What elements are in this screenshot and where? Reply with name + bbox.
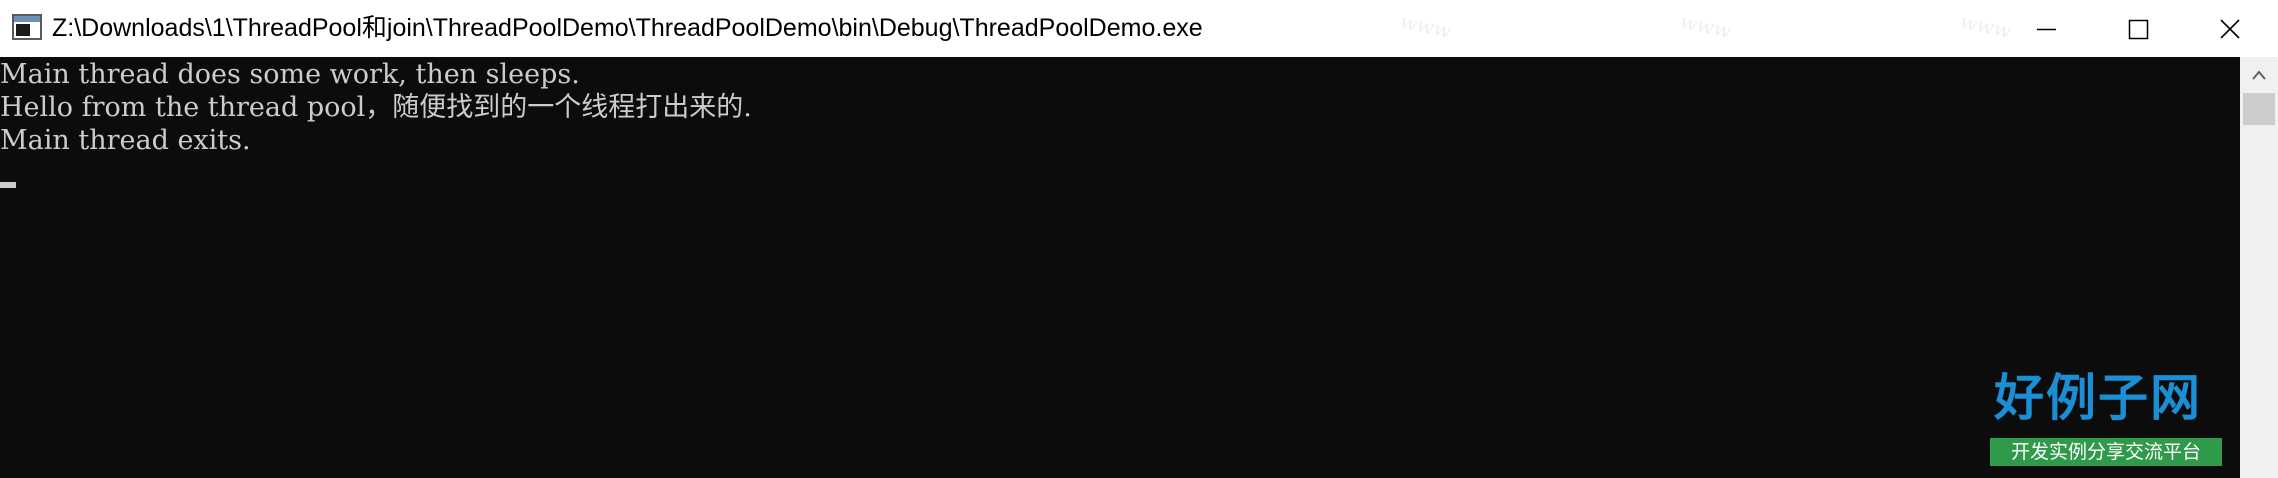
console-app-icon[interactable] (12, 14, 42, 40)
logo-main-text: 好例子网 (1994, 368, 2202, 427)
window-title: Z:\Downloads\1\ThreadPool和join\ThreadPoo… (52, 14, 1203, 42)
console-window: www www www Z:\Downloads\1\ThreadPool和jo… (0, 0, 2278, 478)
site-watermark-logo: 好例子网 开发实例分享交流平台 (1990, 368, 2230, 472)
title-bar-texture: www (1678, 8, 1734, 44)
title-bar-texture: www (1398, 8, 1454, 44)
console-output[interactable]: Main thread does some work, then sleeps.… (0, 57, 2240, 478)
text-cursor (0, 182, 16, 188)
minimize-button[interactable] (2000, 0, 2092, 57)
scroll-thumb[interactable] (2243, 93, 2275, 125)
console-line: Main thread does some work, then sleeps. (0, 59, 580, 90)
scroll-up-button[interactable] (2240, 57, 2278, 93)
maximize-icon (2128, 19, 2149, 40)
close-icon (2220, 19, 2240, 39)
console-line: Hello from the thread pool，随便找到的一个线程打出来的… (0, 92, 752, 123)
vertical-scrollbar[interactable] (2240, 57, 2278, 478)
maximize-button[interactable] (2092, 0, 2184, 57)
minimize-icon (2037, 28, 2056, 31)
console-line: Main thread exits. (0, 125, 251, 156)
title-bar[interactable]: www www www Z:\Downloads\1\ThreadPool和jo… (0, 0, 2278, 57)
chevron-up-icon (2252, 70, 2266, 80)
logo-tagline: 开发实例分享交流平台 (1990, 438, 2222, 466)
close-button[interactable] (2184, 0, 2276, 57)
